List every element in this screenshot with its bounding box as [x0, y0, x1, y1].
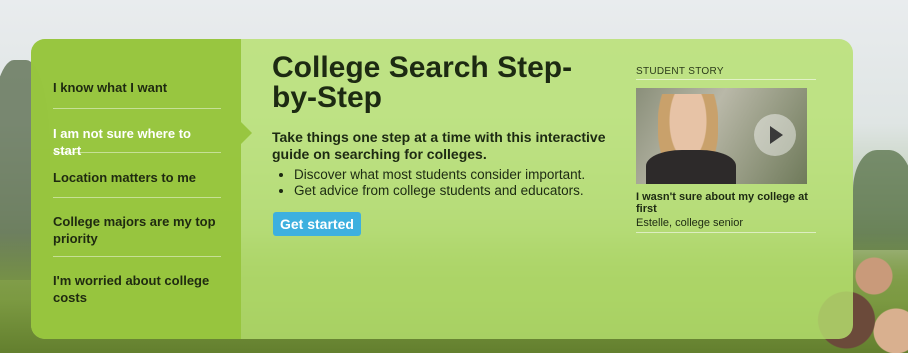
college-search-panel: I know what I want I am not sure where t… — [31, 39, 853, 339]
student-body — [646, 150, 736, 184]
sidebar-item-college-costs[interactable]: I'm worried about college costs — [53, 272, 221, 306]
list-item: Discover what most students consider imp… — [294, 167, 654, 183]
play-icon[interactable] — [754, 114, 796, 156]
active-item-pointer — [241, 122, 252, 144]
divider — [636, 79, 816, 80]
divider — [636, 232, 816, 233]
sidebar-item-majors-priority[interactable]: College majors are my top priority — [53, 213, 221, 247]
intro-text: Take things one step at a time with this… — [272, 129, 606, 162]
video-thumbnail[interactable] — [636, 88, 807, 184]
feature-list: Discover what most students consider imp… — [272, 167, 654, 199]
divider — [53, 108, 221, 109]
divider — [53, 256, 221, 257]
get-started-button[interactable]: Get started — [273, 212, 361, 236]
student-story-heading: STUDENT STORY — [636, 66, 724, 77]
sidebar-item-not-sure-where-to-start[interactable]: I am not sure where to start — [53, 125, 221, 159]
story-video-title[interactable]: I wasn't sure about my college at first — [636, 191, 816, 215]
divider — [53, 152, 221, 153]
sidebar-item-location-matters[interactable]: Location matters to me — [53, 169, 221, 186]
story-author: Estelle, college senior — [636, 217, 744, 229]
sidebar-nav: I know what I want I am not sure where t… — [31, 39, 241, 339]
page-title: College Search Step-by-Step — [272, 51, 573, 114]
sidebar-item-know-what-i-want[interactable]: I know what I want — [53, 79, 221, 96]
list-item: Get advice from college students and edu… — [294, 183, 654, 199]
divider — [53, 197, 221, 198]
